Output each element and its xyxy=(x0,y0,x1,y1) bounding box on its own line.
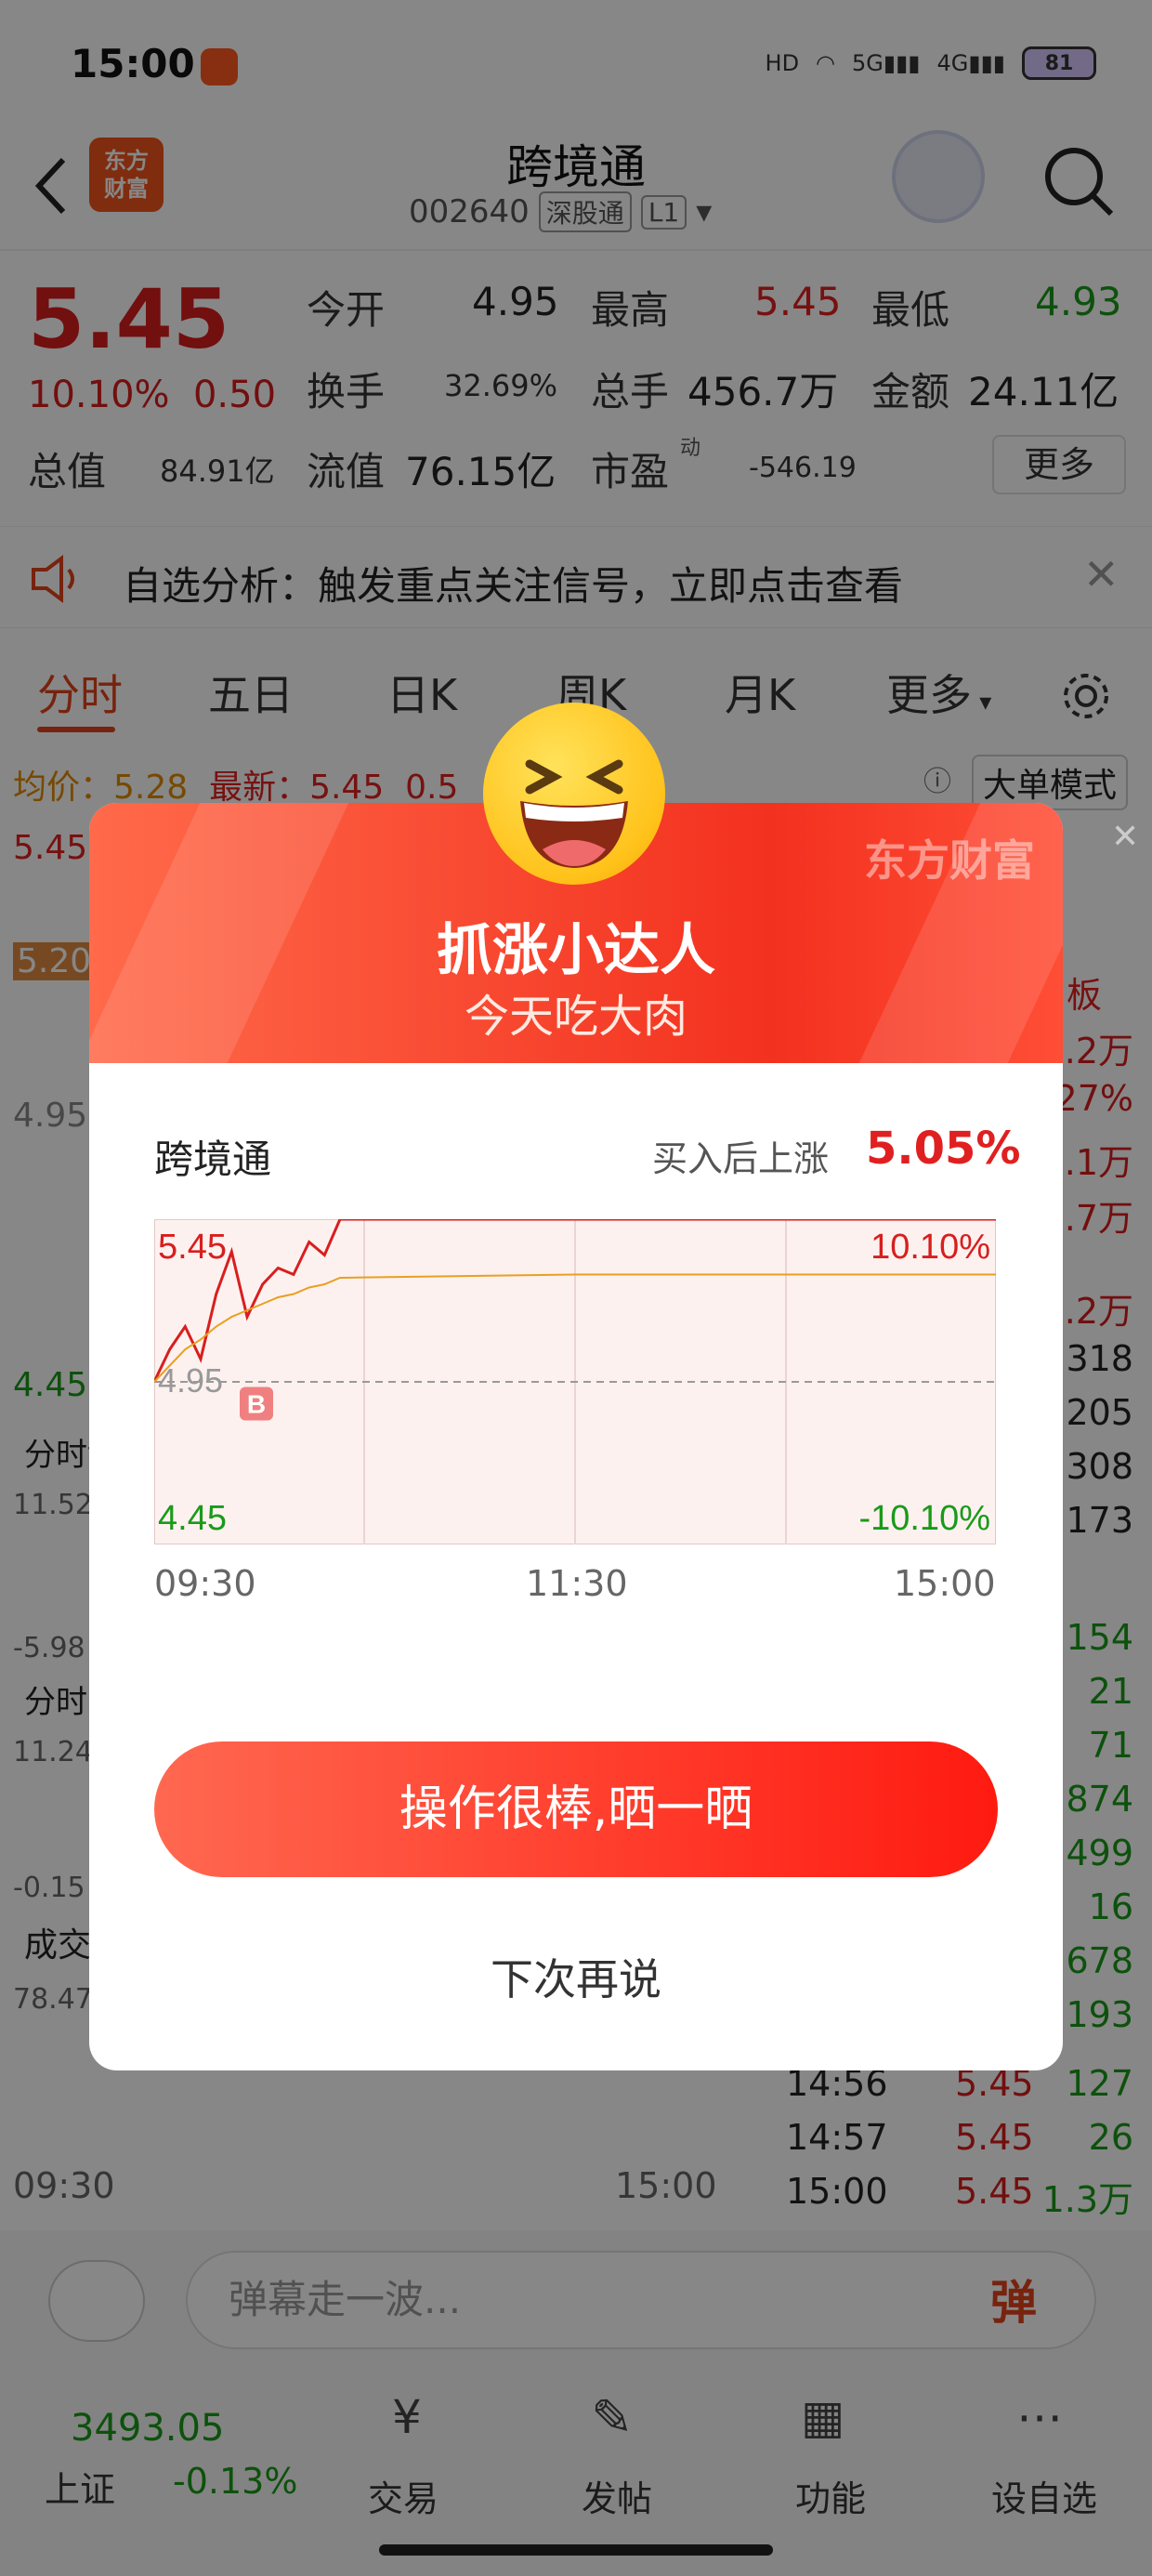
emoji-face xyxy=(520,759,628,868)
mini-intraday-chart: B 5.45 4.95 4.45 10.10% -10.10% xyxy=(154,1219,996,1544)
modal-stock-name: 跨境通 xyxy=(154,1137,272,1182)
chart-bottom-price: 4.45 xyxy=(158,1499,227,1538)
chart-bottom-pct: -10.10% xyxy=(858,1499,990,1538)
mini-time-start: 09:30 xyxy=(154,1563,256,1604)
chart-top-pct: 10.10% xyxy=(871,1228,990,1267)
modal-title: 抓涨小达人 xyxy=(437,918,715,983)
chart-top-price: 5.45 xyxy=(158,1228,227,1267)
share-gain-modal: 东方财富 抓涨小达人 今天吃大肉 跨境通 买入后上涨 5.05% B 5.45 … xyxy=(89,803,1063,2070)
buy-marker-label: B xyxy=(247,1390,266,1419)
background-close-icon[interactable]: ✕ xyxy=(1111,818,1139,856)
chart-mid-price: 4.95 xyxy=(158,1361,223,1400)
laughing-emoji-icon xyxy=(483,703,665,885)
later-button[interactable]: 下次再说 xyxy=(89,1946,1063,2007)
brand-watermark: 东方财富 xyxy=(864,835,1035,886)
mini-time-end: 15:00 xyxy=(894,1563,996,1604)
share-button[interactable]: 操作很棒,晒一晒 xyxy=(154,1741,998,1877)
gain-label: 买入后上涨 xyxy=(652,1138,830,1179)
mini-time-mid: 11:30 xyxy=(526,1563,628,1604)
modal-subtitle: 今天吃大肉 xyxy=(464,991,687,1043)
gain-value: 5.05% xyxy=(866,1123,1021,1175)
